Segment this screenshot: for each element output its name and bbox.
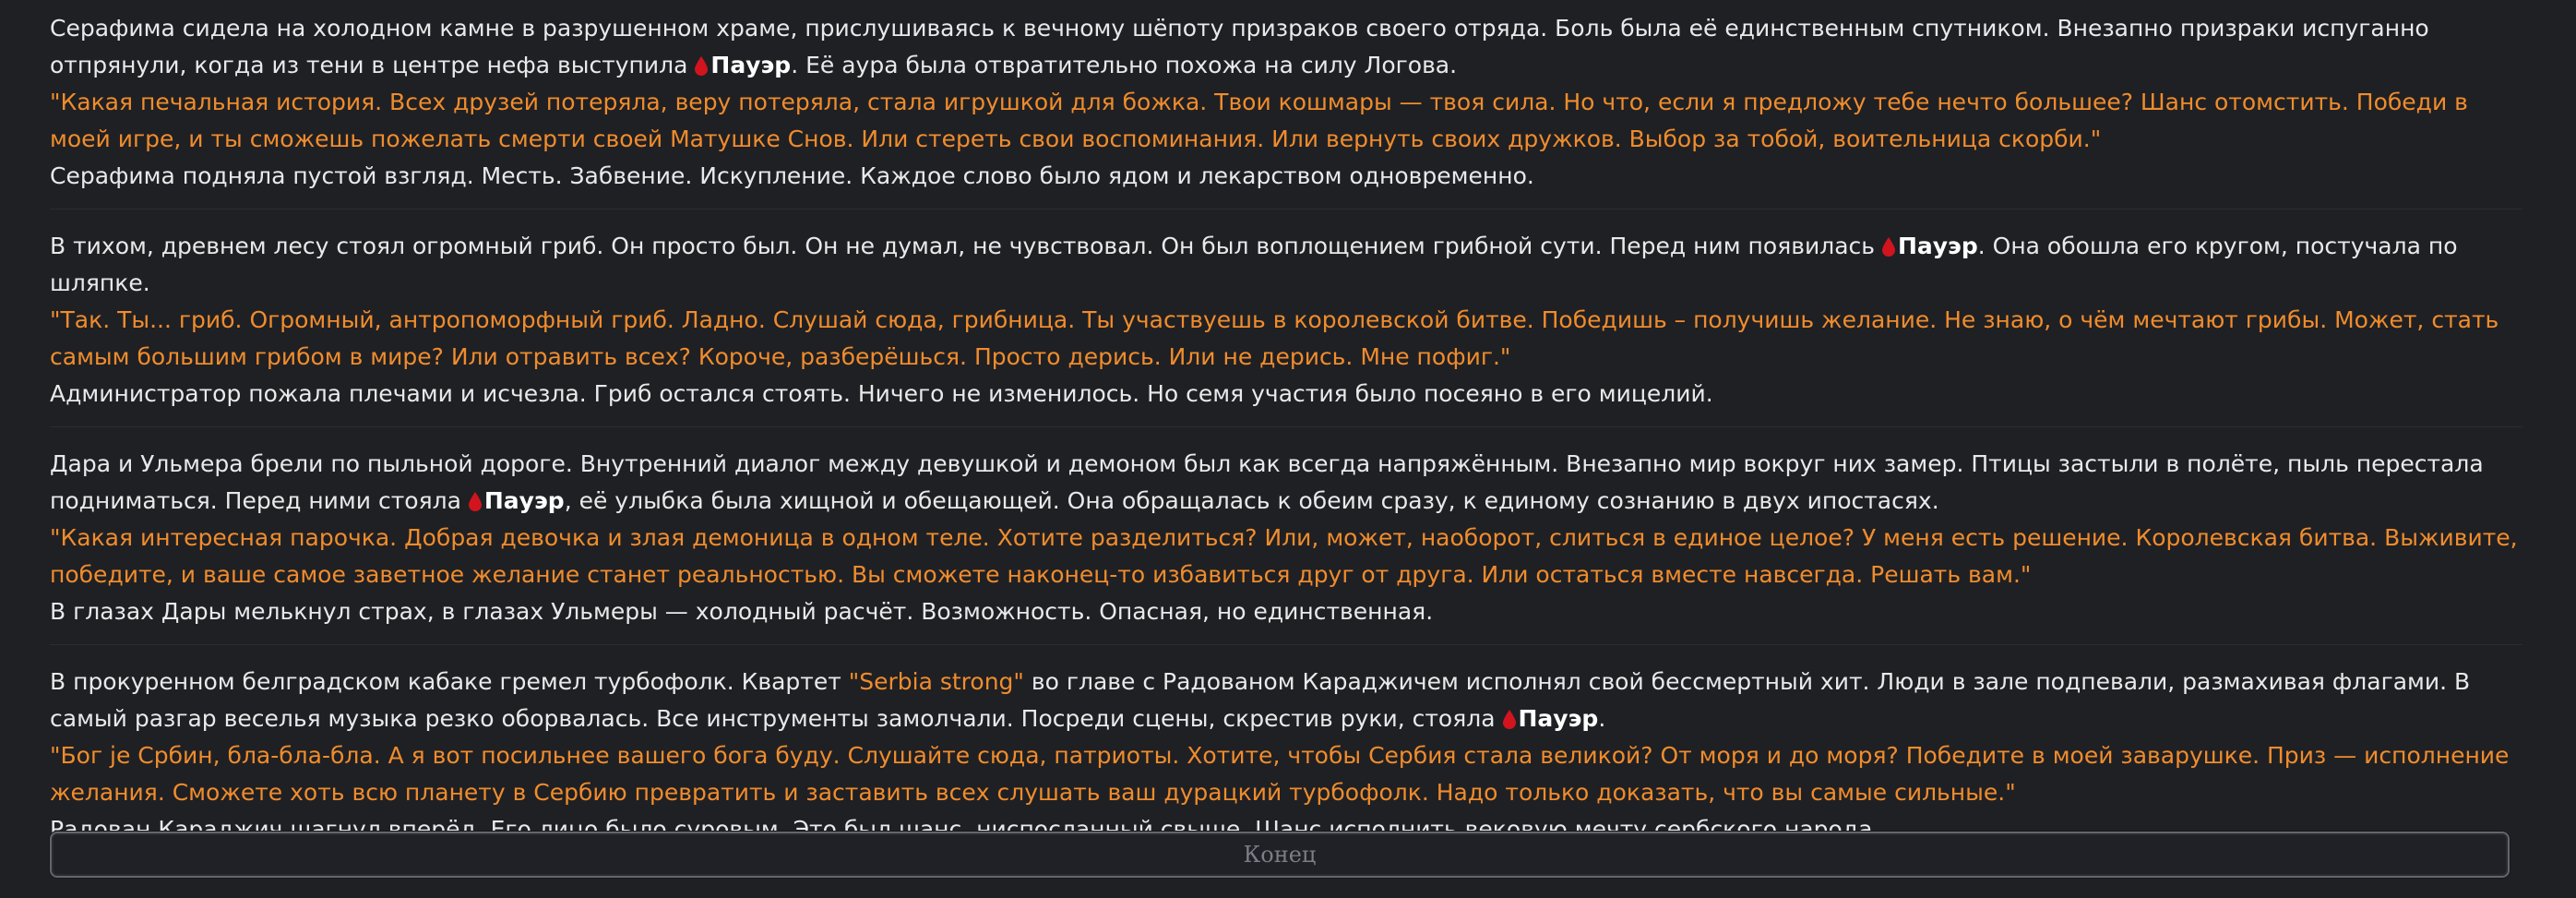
speech-quote: "Так. Ты... гриб. Огромный, антропоморфн… [50,306,2499,370]
story-block-mushroom: В тихом, древнем лесу стоял огромный гри… [50,228,2522,427]
character-name-text: Пауэр [1897,233,1978,259]
narration-outro: В глазах Дары мелькнул страх, в глазах У… [50,598,1434,625]
narration-text: В прокуренном белградском кабаке гремел … [50,668,849,695]
narration-text: . [1598,705,1606,732]
speech-quote: "Бог је Србин, бла-бла-бла. А я вот поси… [50,742,2510,806]
band-name-highlight: "Serbia strong" [848,668,1024,695]
narration-intro: Серафима сидела на холодном камне в разр… [50,10,2522,84]
end-button[interactable]: Конец [50,832,2510,878]
blood-drop-icon [1881,237,1895,257]
speech-quote: "Какая интересная парочка. Добрая девочк… [50,524,2518,588]
blood-drop-icon [1502,710,1516,729]
narration-text: . Её аура была отвратительно похожа на с… [791,52,1458,78]
character-name: Пауэр [695,52,791,78]
character-name-text: Пауэр [710,52,792,78]
blood-drop-icon [468,492,482,511]
story-block-serafima: Серафима сидела на холодном камне в разр… [50,10,2522,210]
character-name: Пауэр [1502,705,1599,732]
story-block-dara-ulmera: Дара и Ульмера брели по пыльной дороге. … [50,446,2522,645]
character-name-text: Пауэр [1518,705,1599,732]
character-name: Пауэр [1881,233,1978,259]
narration-outro: Администратор пожала плечами и исчезла. … [50,380,1713,407]
blood-drop-icon [695,56,709,76]
character-name: Пауэр [468,487,565,514]
character-name-text: Пауэр [483,487,565,514]
speech-quote: "Какая печальная история. Всех друзей по… [50,89,2468,152]
narration-text: В тихом, древнем лесу стоял огромный гри… [50,233,1882,259]
story-log: Серафима сидела на холодном камне в разр… [50,10,2522,848]
narration-outro: Серафима подняла пустой взгляд. Месть. З… [50,162,1534,189]
narration-intro: Дара и Ульмера брели по пыльной дороге. … [50,446,2522,520]
narration-text: , её улыбка была хищной и обещающей. Она… [564,487,1939,514]
narration-intro: В тихом, древнем лесу стоял огромный гри… [50,228,2522,302]
story-block-serbia-strong: В прокуренном белградском кабаке гремел … [50,664,2522,848]
narration-intro: В прокуренном белградском кабаке гремел … [50,664,2522,737]
